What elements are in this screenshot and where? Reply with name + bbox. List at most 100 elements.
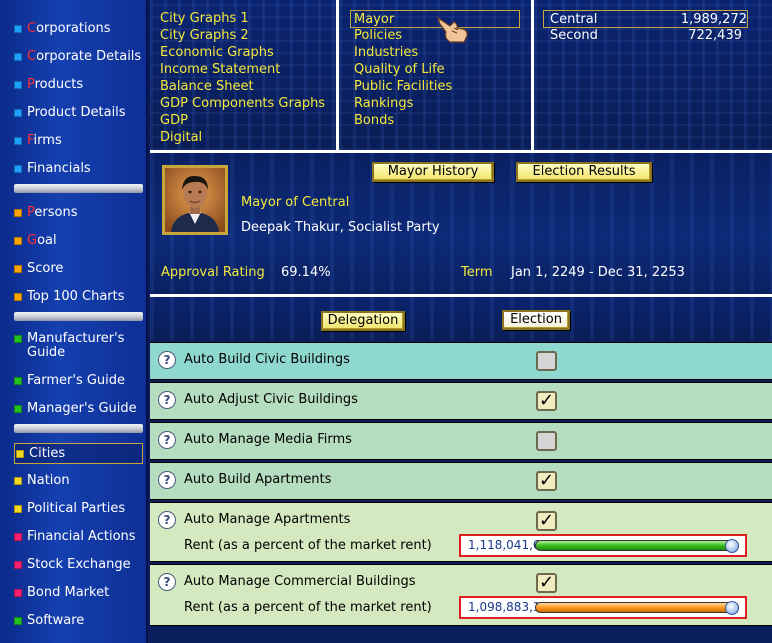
sidebar-bullet-icon	[14, 533, 22, 541]
setting-checkbox[interactable]: ✓	[536, 511, 557, 531]
setting-row: ? Auto Build Apartments ✓	[150, 462, 772, 500]
rent-value: 1,118,041,6	[468, 538, 541, 552]
setting-checkbox[interactable]	[536, 351, 557, 371]
help-icon[interactable]: ?	[158, 391, 176, 409]
mayor-history-button[interactable]: Mayor History	[372, 162, 494, 182]
sidebar-bullet-icon	[14, 477, 22, 485]
menu-link-industries[interactable]: Industries	[354, 44, 418, 61]
slider-knob[interactable]	[725, 539, 739, 553]
menu-link-policies[interactable]: Policies	[354, 27, 402, 44]
menu-link-digital[interactable]: Digital	[160, 129, 202, 146]
sidebar-item-top-100-charts[interactable]: Top 100 Charts	[14, 290, 144, 304]
sidebar-bullet-icon	[14, 561, 22, 569]
city-population: 1,989,272	[680, 12, 747, 27]
sidebar-bullet-icon	[14, 617, 22, 625]
sidebar-item-label: Bond Market	[27, 585, 110, 600]
city-row[interactable]: Second 722,439	[550, 27, 750, 44]
sidebar-item-score[interactable]: Score	[14, 262, 144, 276]
sidebar-item-firms[interactable]: Firms	[14, 134, 144, 148]
help-icon[interactable]: ?	[158, 471, 176, 489]
sidebar-item-label: Cities	[29, 446, 66, 461]
slider-knob[interactable]	[725, 601, 739, 615]
setting-checkbox[interactable]: ✓	[536, 573, 557, 593]
sidebar-item-label: Financials	[27, 161, 91, 176]
help-icon[interactable]: ?	[158, 431, 176, 449]
sidebar-item-political-parties[interactable]: Political Parties	[14, 502, 144, 516]
menu-link-gdp[interactable]: GDP	[160, 112, 188, 129]
sidebar: Corporations Corporate Details Products Pro…	[0, 0, 148, 643]
mayor-name: Deepak Thakur, Socialist Party	[241, 220, 440, 235]
term-value: Jan 1, 2249 - Dec 31, 2253	[511, 265, 685, 280]
tab-delegation[interactable]: Delegation	[321, 311, 405, 331]
sidebar-item-label: Persons	[27, 205, 78, 220]
sidebar-item-corporations[interactable]: Corporations	[14, 22, 144, 36]
election-results-button[interactable]: Election Results	[516, 162, 652, 182]
sidebar-item-label: Manager's Guide	[27, 401, 137, 416]
sidebar-item-label: Political Parties	[27, 501, 126, 516]
rent-label: Rent (as a percent of the market rent)	[184, 538, 432, 553]
rent-slider[interactable]	[535, 601, 739, 615]
sidebar-item-financials[interactable]: Financials	[14, 162, 144, 176]
sidebar-item-label: Farmer's Guide	[27, 373, 126, 388]
sidebar-bullet-icon	[14, 377, 22, 385]
sidebar-item-financial-actions[interactable]: Financial Actions	[14, 530, 144, 544]
sidebar-item-manufacturer-s-guide[interactable]: Manufacturer's Guide	[14, 332, 144, 360]
sidebar-item-label: Top 100 Charts	[27, 289, 125, 304]
menu-link-city-graphs-1[interactable]: City Graphs 1	[160, 10, 249, 27]
menu-link-city-graphs-2[interactable]: City Graphs 2	[160, 27, 249, 44]
rent-slider-box: 1,098,883,1	[459, 596, 747, 619]
sidebar-item-label: Corporate Details	[27, 49, 142, 64]
setting-label: Auto Adjust Civic Buildings	[184, 392, 358, 407]
sidebar-bullet-icon	[14, 109, 22, 117]
setting-checkbox[interactable]	[536, 431, 557, 451]
sidebar-item-label: Software	[27, 613, 85, 628]
sidebar-item-label: Corporations	[27, 21, 111, 36]
setting-checkbox[interactable]: ✓	[536, 471, 557, 491]
setting-checkbox[interactable]: ✓	[536, 391, 557, 411]
sidebar-item-label: Financial Actions	[27, 529, 136, 544]
menu-link-quality-of-life[interactable]: Quality of Life	[354, 61, 445, 78]
menu-link-economic-graphs[interactable]: Economic Graphs	[160, 44, 274, 61]
sidebar-item-stock-exchange[interactable]: Stock Exchange	[14, 558, 144, 572]
sidebar-bullet-icon	[16, 450, 24, 458]
hand-cursor-icon	[436, 16, 468, 43]
rent-value: 1,098,883,1	[468, 600, 541, 614]
help-icon[interactable]: ?	[158, 351, 176, 369]
sidebar-item-bond-market[interactable]: Bond Market	[14, 586, 144, 600]
mayor-portrait	[162, 165, 228, 235]
tab-election[interactable]: Election	[502, 310, 570, 330]
sidebar-bullet-icon	[14, 265, 22, 273]
city-name: Second	[550, 28, 598, 43]
setting-label: Auto Manage Commercial Buildings	[184, 574, 416, 589]
sidebar-item-farmer-s-guide[interactable]: Farmer's Guide	[14, 374, 144, 388]
sidebar-item-nation[interactable]: Nation	[14, 474, 144, 488]
city-row[interactable]: Central 1,989,272	[543, 10, 748, 28]
sidebar-item-goal[interactable]: Goal	[14, 234, 144, 248]
sidebar-bullet-icon	[14, 589, 22, 597]
rent-slider[interactable]	[535, 539, 739, 553]
menu-link-rankings[interactable]: Rankings	[354, 95, 413, 112]
sidebar-item-corporate-details[interactable]: Corporate Details	[14, 50, 144, 64]
sidebar-bullet-icon	[14, 505, 22, 513]
setting-label: Auto Manage Apartments	[184, 512, 351, 527]
menu-link-public-facilities[interactable]: Public Facilities	[354, 78, 452, 95]
menu-link-income-statement[interactable]: Income Statement	[160, 61, 280, 78]
help-icon[interactable]: ?	[158, 511, 176, 529]
sidebar-bullet-icon	[14, 293, 22, 301]
help-icon[interactable]: ?	[158, 573, 176, 591]
rent-label: Rent (as a percent of the market rent)	[184, 600, 432, 615]
sidebar-item-product-details[interactable]: Product Details	[14, 106, 144, 120]
menu-link-balance-sheet[interactable]: Balance Sheet	[160, 78, 254, 95]
sidebar-item-manager-s-guide[interactable]: Manager's Guide	[14, 402, 144, 416]
menu-link-bonds[interactable]: Bonds	[354, 112, 394, 129]
sidebar-item-persons[interactable]: Persons	[14, 206, 144, 220]
menu-link-mayor[interactable]: Mayor	[350, 10, 520, 28]
sidebar-item-cities[interactable]: Cities	[14, 443, 143, 464]
approval-rating-value: 69.14%	[281, 265, 331, 280]
sidebar-item-label: Products	[27, 77, 84, 92]
sidebar-bullet-icon	[14, 165, 22, 173]
menu-link-gdp-components-graphs[interactable]: GDP Components Graphs	[160, 95, 325, 112]
sidebar-item-products[interactable]: Products	[14, 78, 144, 92]
mayor-section: Mayor History Election Results Mayor of …	[150, 153, 772, 293]
sidebar-item-software[interactable]: Software	[14, 614, 144, 628]
